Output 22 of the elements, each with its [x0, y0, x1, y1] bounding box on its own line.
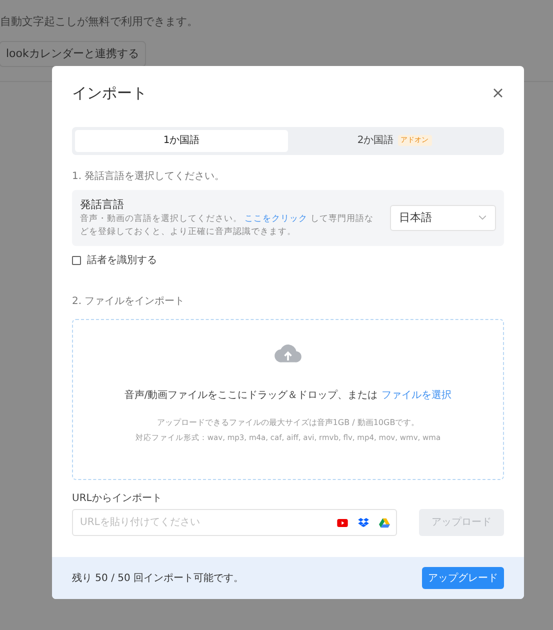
- drop-instruction: 音声/動画ファイルをここにドラッグ＆ドロップ、または: [124, 388, 378, 403]
- box-stack-icon[interactable]: [358, 518, 369, 527]
- step-label: 1. 発話言語を選択してください。: [72, 170, 226, 184]
- dialog-title: インポート: [72, 83, 147, 104]
- select-file-link[interactable]: ファイルを選択: [382, 388, 452, 403]
- language-description: 音声・動画の言語を選択してください。 ここをクリック して専門用語などを登録しておくと、より正確に音声認識できます。: [80, 213, 374, 239]
- language-title: 発話言語: [80, 196, 125, 212]
- close-icon[interactable]: [492, 87, 504, 100]
- size-limit-text: アップロードできるファイルの最大サイズは音声1GB / 動画10GBです。: [156, 417, 420, 429]
- url-label: URLからインポート: [72, 492, 163, 506]
- checkbox-label: 話者を識別する: [87, 254, 157, 268]
- triangle-drive-icon[interactable]: [379, 518, 390, 528]
- chevron-down-icon: [478, 215, 487, 220]
- tab[interactable]: 1か国語: [75, 130, 288, 152]
- video-play-icon[interactable]: [337, 518, 348, 526]
- checkbox[interactable]: [72, 256, 81, 265]
- language-select[interactable]: 日本語: [390, 204, 496, 231]
- background-text: 自動文字起こしが無料で利用できます。: [0, 14, 199, 30]
- step-label: 2. ファイルをインポート: [72, 295, 186, 309]
- remaining-imports-text: 残り 50 / 50 回インポート可能です。: [72, 572, 244, 586]
- register-terms-link[interactable]: ここをクリック: [244, 214, 308, 224]
- upgrade-button[interactable]: アップグレード: [422, 567, 504, 589]
